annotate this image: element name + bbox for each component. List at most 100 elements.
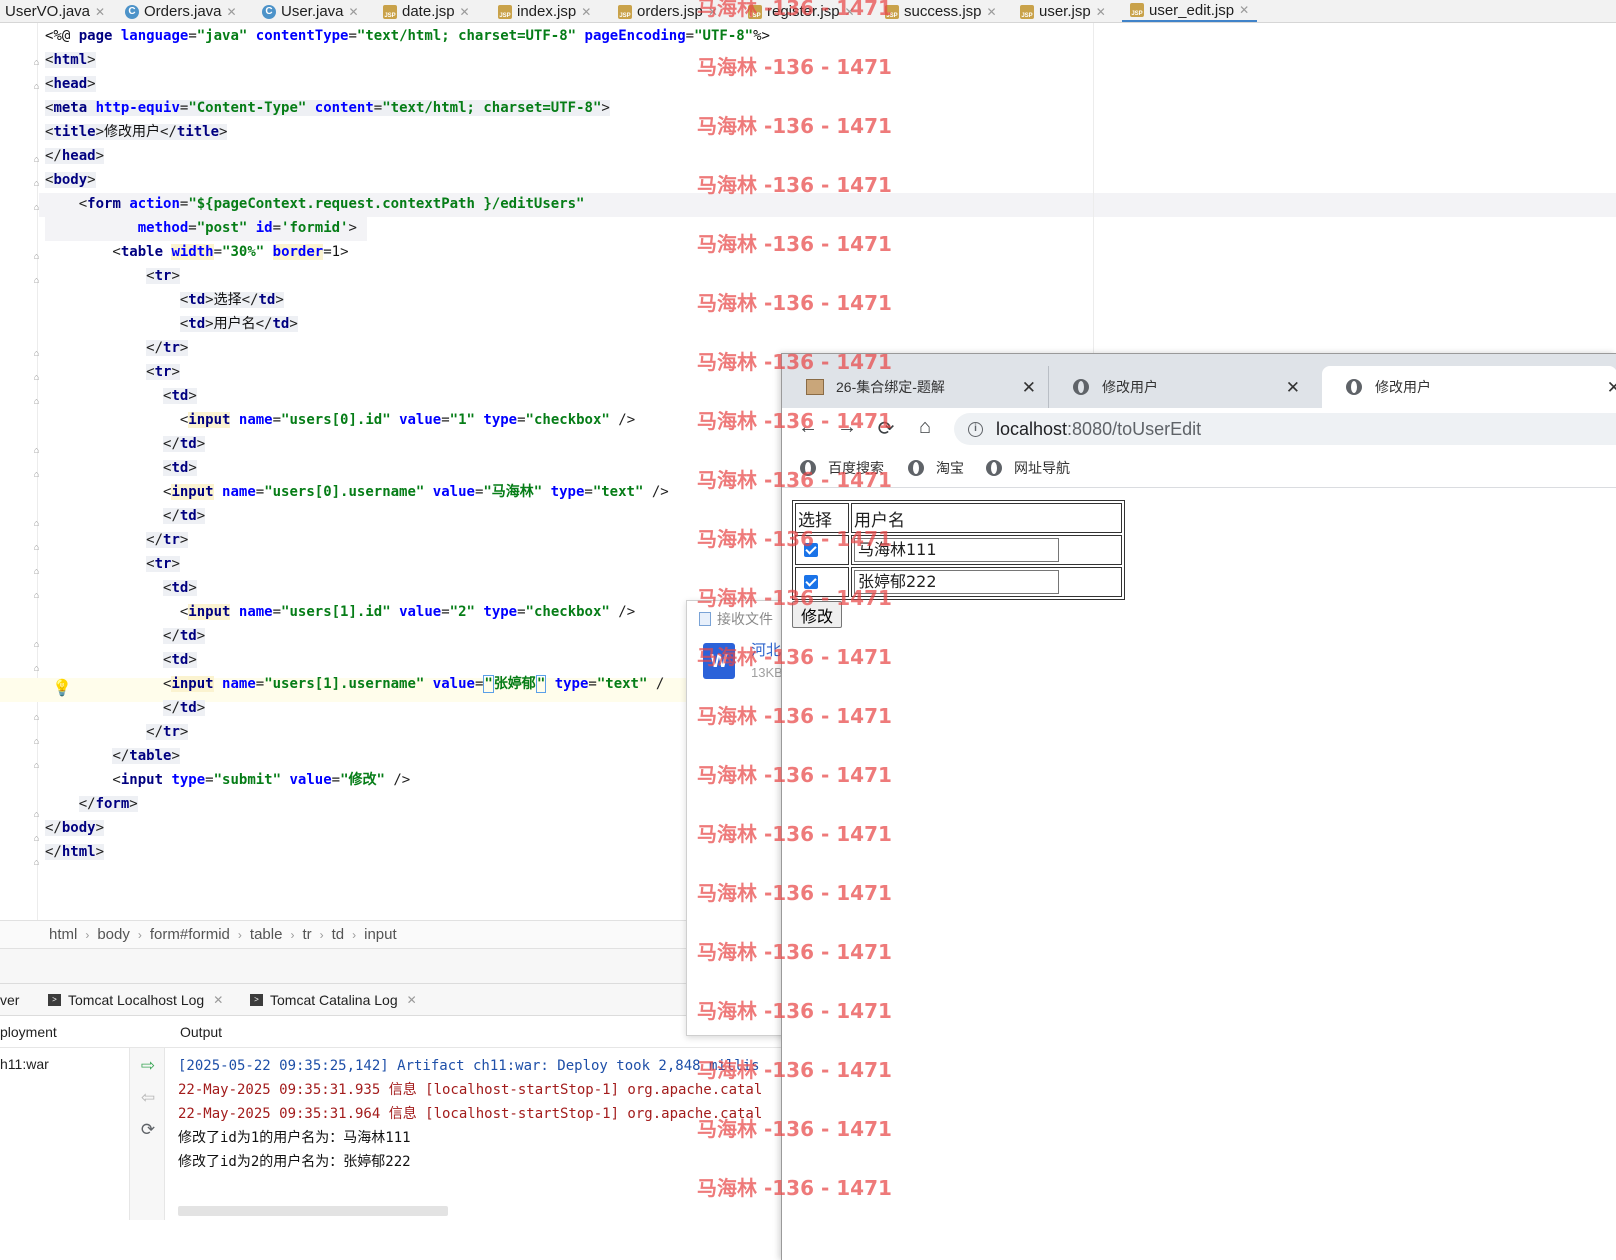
code-line: </td> [163,628,206,644]
tab-register-jsp[interactable]: JSP register.jsp ✕ [748,0,855,22]
tab-user-edit-jsp[interactable]: JSP user_edit.jsp ✕ [1122,0,1258,22]
close-icon[interactable]: ✕ [349,5,359,19]
tab-user-jsp[interactable]: JSP user.jsp ✕ [1020,0,1106,22]
fold-icon[interactable]: ⌂ [31,57,42,68]
fold-icon[interactable]: ⌂ [31,372,42,383]
close-icon[interactable]: ✕ [227,5,237,19]
tab-uservo-java[interactable]: UserVO.java ✕ [5,0,105,22]
reload-icon[interactable]: ⟳ [874,416,898,441]
browser-tab-title: 修改用户 [1102,379,1158,395]
code-line: </td> [163,436,206,452]
fold-icon[interactable]: ⌂ [31,81,42,92]
fold-icon[interactable]: ⌂ [31,518,42,529]
deploy-icon[interactable]: ⇨ [139,1056,157,1076]
username-input[interactable]: 马海林111 [854,538,1059,562]
tab-tomcat-localhost-log[interactable]: > Tomcat Localhost Log ✕ [48,984,223,1016]
close-icon[interactable]: ✕ [1607,378,1616,398]
tab-orders-java[interactable]: C Orders.java ✕ [125,0,237,22]
close-icon[interactable]: ✕ [1096,5,1106,19]
breadcrumb-item[interactable]: tr [302,926,311,943]
home-icon[interactable]: ⌂ [913,416,937,439]
fold-icon[interactable]: ⌂ [31,712,42,723]
forward-arrow-icon[interactable]: → [835,416,859,439]
user-checkbox[interactable] [804,543,818,557]
username-input[interactable]: 张婷郁222 [854,570,1059,594]
close-icon[interactable]: ✕ [581,5,591,19]
bookmark-item[interactable]: 网址导航 [986,458,1070,478]
close-icon[interactable]: ✕ [987,5,997,19]
bookmark-item[interactable]: 淘宝 [908,458,964,478]
breadcrumb-item[interactable]: html [49,926,77,943]
fold-icon[interactable]: ⌂ [31,760,42,771]
tab-success-jsp[interactable]: JSP success.jsp ✕ [885,0,997,22]
breadcrumb-item[interactable]: td [332,926,345,943]
close-icon[interactable]: ✕ [213,993,223,1007]
fold-icon[interactable]: ⌂ [31,736,42,747]
image-favicon-icon [806,379,824,395]
chevron-right-icon: › [352,927,357,942]
header-cell: 用户名 [851,503,1122,533]
fold-icon[interactable]: ⌂ [31,178,42,189]
bookmark-label: 网址导航 [1014,460,1070,476]
fold-icon[interactable]: ⌂ [31,857,42,868]
fold-icon[interactable]: ⌂ [31,663,42,674]
breadcrumb-item[interactable]: form#formid [150,926,230,943]
breadcrumb-item[interactable]: input [364,926,397,943]
close-icon[interactable]: ✕ [708,5,718,19]
fold-icon[interactable]: ⌂ [31,154,42,165]
horizontal-scrollbar[interactable] [178,1206,448,1216]
info-icon[interactable]: i [968,421,983,437]
artifact-item[interactable]: h11:war [0,1056,49,1072]
submit-button[interactable]: 修改 [792,601,843,628]
browser-tab-active[interactable]: 修改用户 ✕ [1322,366,1616,408]
checkbox-cell [795,535,849,565]
console-output[interactable]: [2025-05-22 09:35:25,142] Artifact ch11:… [178,1054,788,1174]
fold-icon[interactable]: ⌂ [31,639,42,650]
tab-index-jsp[interactable]: JSP index.jsp ✕ [498,0,591,22]
close-icon[interactable]: ✕ [407,993,417,1007]
user-checkbox[interactable] [804,575,818,589]
fold-icon[interactable]: ⌂ [31,566,42,577]
fold-icon[interactable]: ⌂ [31,251,42,262]
address-bar[interactable]: i localhost:8080/toUserEdit [954,413,1616,445]
word-file-icon[interactable]: W [703,643,735,679]
bookmark-item[interactable]: 百度搜索 [800,458,884,478]
fold-icon[interactable]: ⌂ [31,542,42,553]
fold-icon[interactable]: ⌂ [31,833,42,844]
refresh-icon[interactable]: ⟳ [139,1120,157,1140]
tab-label: index.jsp [517,3,577,20]
close-icon[interactable]: ✕ [1239,3,1249,17]
file-name[interactable]: 河北 [751,639,781,660]
breadcrumb-item[interactable]: body [97,926,130,943]
globe-icon [800,460,816,476]
undeploy-icon[interactable]: ⇦ [139,1088,157,1108]
browser-tab[interactable]: 修改用户 ✕ [1048,366,1312,408]
fold-icon[interactable]: ⌂ [31,590,42,601]
fold-icon[interactable]: ⌂ [31,275,42,286]
code-line: </tr> [146,724,189,740]
close-icon[interactable]: ✕ [460,5,470,19]
fold-icon[interactable]: ⌂ [31,396,42,407]
tab-orders-jsp[interactable]: JSP orders.jsp ✕ [618,0,718,22]
close-icon[interactable]: ✕ [1286,378,1300,398]
fold-icon[interactable]: ⌂ [31,445,42,456]
tab-date-jsp[interactable]: JSP date.jsp ✕ [383,0,470,22]
close-icon[interactable]: ✕ [845,5,855,19]
java-class-icon: C [262,4,276,19]
tab-tomcat-catalina-log[interactable]: > Tomcat Catalina Log ✕ [250,984,417,1016]
tab-server[interactable]: ver [0,984,19,1016]
code-line: <tr> [146,556,180,572]
code-line: </tr> [146,532,189,548]
browser-toolbar: ← → ⟳ ⌂ i localhost:8080/toUserEdit [782,408,1616,448]
popup-title: 接收文件 [717,611,773,627]
fold-icon[interactable]: ⌂ [31,469,42,480]
breadcrumb-item[interactable]: table [250,926,283,943]
browser-tab[interactable]: 26-集合绑定-题解 ✕ [782,366,1048,408]
fold-icon[interactable]: ⌂ [31,809,42,820]
tab-label: register.jsp [767,3,840,20]
fold-icon[interactable]: ⌂ [31,348,42,359]
tab-user-java[interactable]: C User.java ✕ [262,0,359,22]
close-icon[interactable]: ✕ [95,5,105,19]
back-arrow-icon[interactable]: ← [796,416,820,439]
close-icon[interactable]: ✕ [1022,378,1036,398]
